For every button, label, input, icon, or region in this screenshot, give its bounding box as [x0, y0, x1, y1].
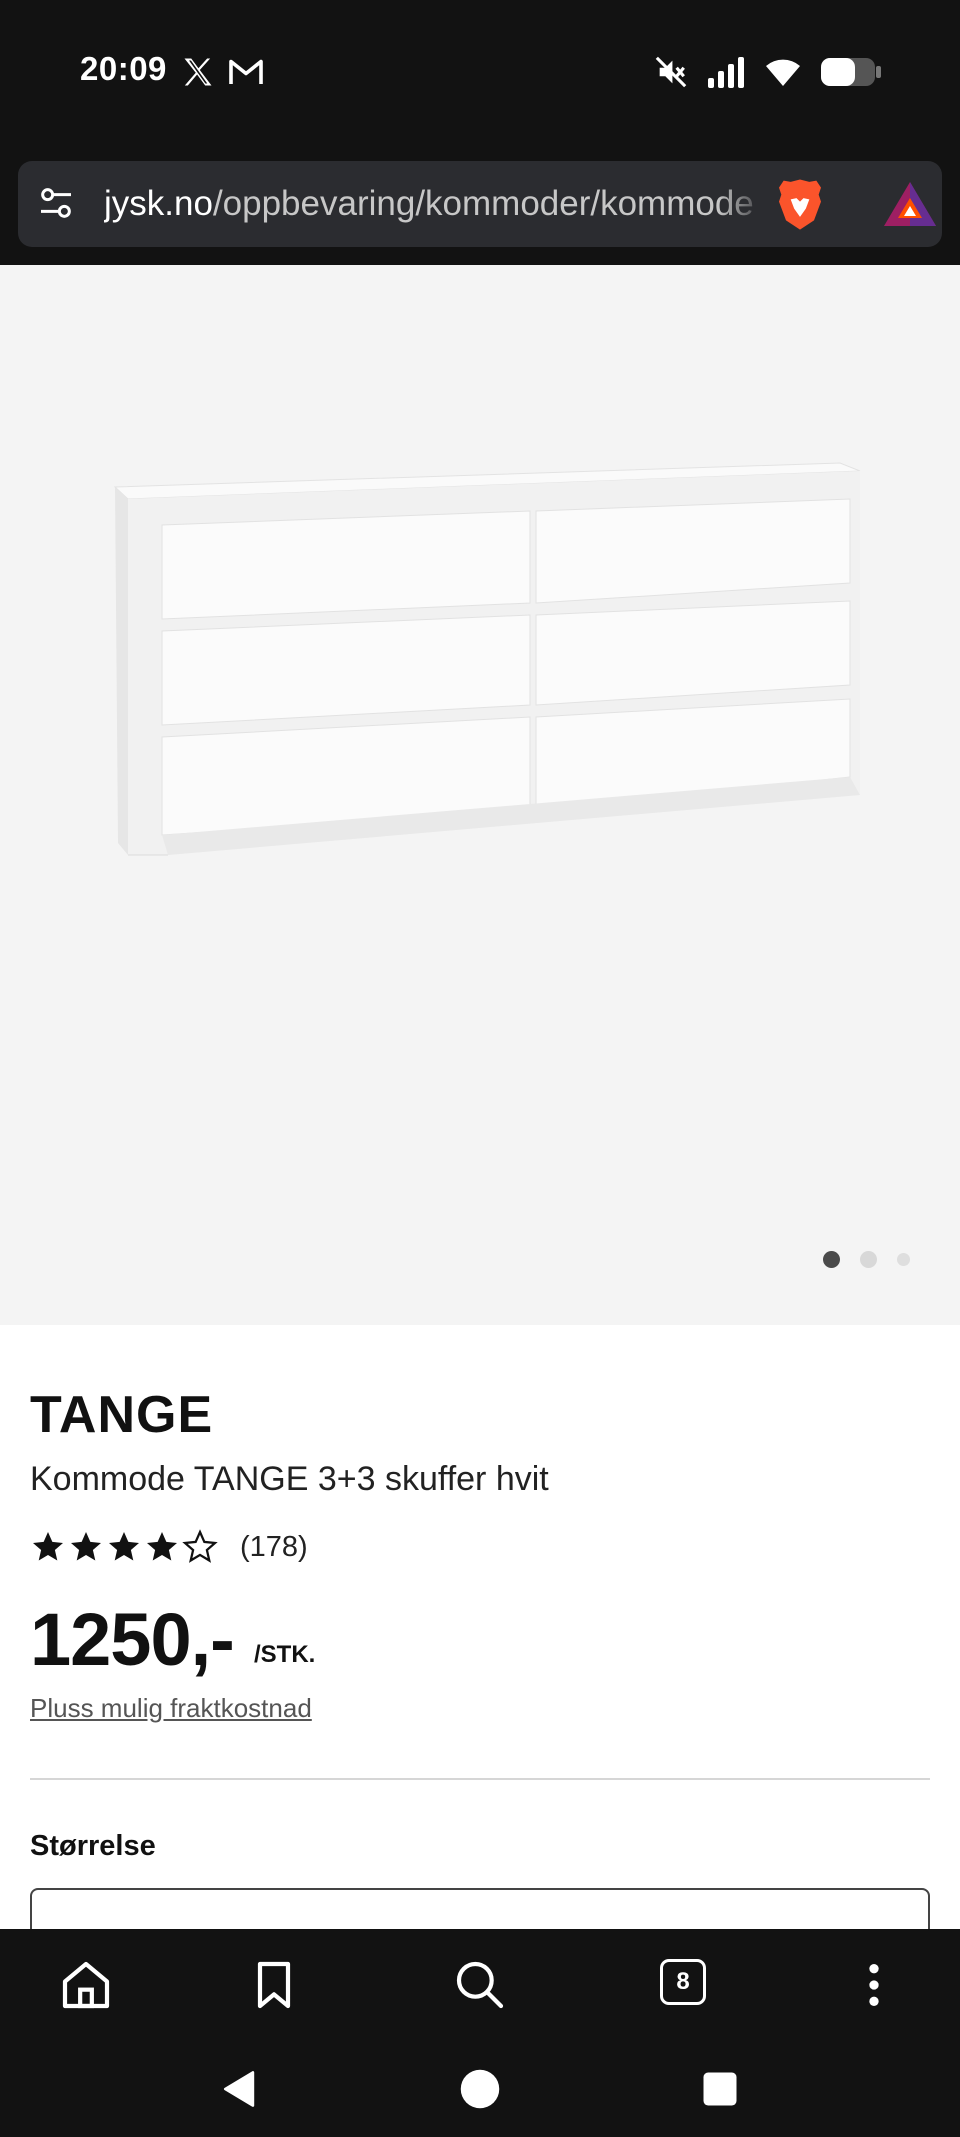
search-icon[interactable] — [452, 1957, 508, 2013]
product-rating[interactable]: (178) — [30, 1529, 308, 1565]
home-nav-icon[interactable] — [458, 2067, 502, 2111]
url-text[interactable]: jysk.no/oppbevaring/kommoder/kommode — [104, 181, 766, 227]
star-filled-icon — [33, 1532, 63, 1561]
site-settings-icon[interactable] — [36, 183, 76, 223]
url-fade — [718, 177, 768, 231]
product-name: Kommode TANGE 3+3 skuffer hvit — [30, 1460, 549, 1498]
shipping-cost-link[interactable]: Pluss mulig fraktkostnad — [30, 1693, 312, 1724]
status-icons — [654, 50, 882, 94]
bookmark-icon[interactable] — [246, 1957, 302, 2013]
product-price: 1250,- — [30, 1598, 235, 1681]
product-info: TANGE Kommode TANGE 3+3 skuffer hvit (17… — [0, 1325, 960, 1948]
address-bar[interactable]: jysk.no/oppbevaring/kommoder/kommode — [18, 161, 942, 247]
recents-icon[interactable] — [698, 2067, 742, 2111]
size-label: Størrelse — [30, 1830, 156, 1862]
dresser-product-image[interactable] — [100, 455, 870, 895]
brave-rewards-icon[interactable] — [882, 179, 938, 229]
signal-icon — [708, 57, 744, 88]
product-brand: TANGE — [30, 1386, 214, 1444]
divider — [30, 1778, 930, 1780]
back-icon[interactable] — [218, 2067, 262, 2111]
home-icon[interactable] — [58, 1957, 114, 2013]
system-nav-bar — [0, 2041, 960, 2137]
star-filled-icon — [71, 1532, 101, 1561]
star-filled-icon — [147, 1532, 177, 1561]
gmail-icon — [229, 59, 263, 84]
browser-toolbar: 8 — [0, 1929, 960, 2041]
star-empty-icon — [182, 1529, 218, 1563]
carousel-dot-3[interactable] — [897, 1253, 910, 1266]
x-app-icon — [184, 58, 212, 86]
url-domain: jysk.no — [104, 184, 213, 223]
tabs-button[interactable]: 8 — [660, 1959, 706, 2005]
status-bar: 20:09 — [0, 0, 960, 145]
wifi-icon — [766, 59, 800, 86]
product-image-carousel[interactable] — [0, 265, 960, 1325]
status-time: 20:09 — [80, 50, 167, 87]
more-menu-icon[interactable] — [846, 1957, 902, 2013]
mute-icon — [655, 56, 687, 88]
carousel-dot-2[interactable] — [860, 1251, 877, 1268]
rating-count[interactable]: (178) — [240, 1531, 308, 1564]
star-filled-icon — [109, 1532, 139, 1561]
price-unit: /STK. — [254, 1641, 316, 1668]
url-path: /oppbevaring/kommoder/kommode — [212, 184, 754, 223]
carousel-dot-1[interactable] — [823, 1251, 840, 1268]
carousel-dots — [823, 1251, 910, 1268]
battery-icon — [821, 58, 881, 86]
brave-shields-icon[interactable] — [772, 176, 828, 232]
